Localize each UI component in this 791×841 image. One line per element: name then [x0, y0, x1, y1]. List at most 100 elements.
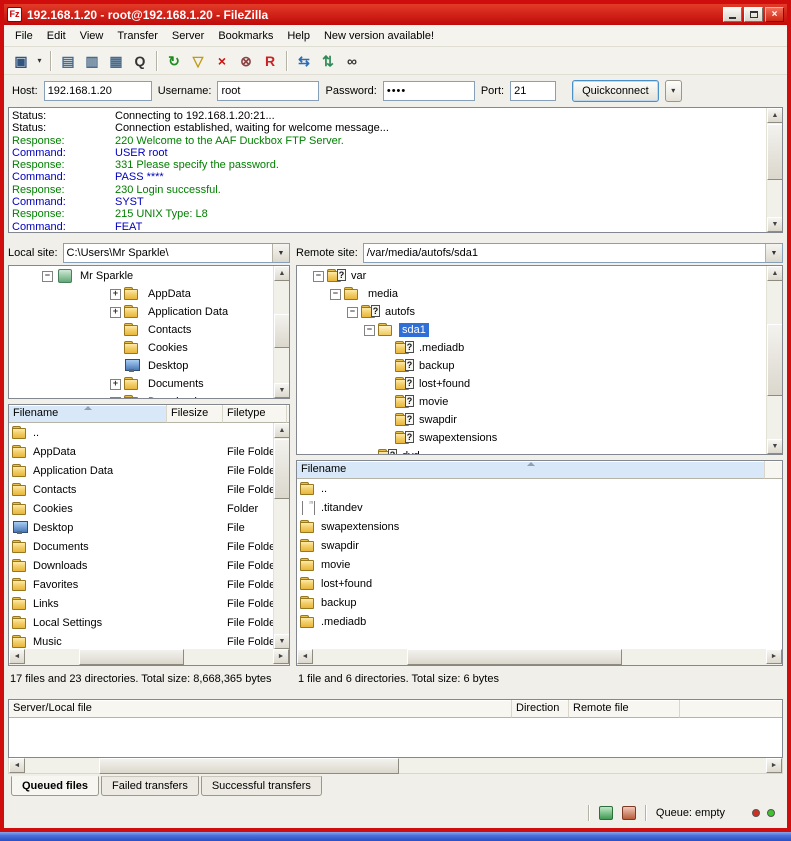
password-input[interactable] — [383, 81, 475, 101]
chevron-down-icon[interactable]: ▼ — [272, 244, 289, 262]
local-site-combo[interactable]: C:\Users\Mr Sparkle\ ▼ — [63, 243, 290, 263]
toggle-local-tree-button[interactable]: ▥ — [80, 49, 104, 72]
scroll-right-icon[interactable]: ► — [766, 758, 782, 773]
menu-item-new-version-available[interactable]: New version available! — [317, 27, 441, 45]
scroll-up-icon[interactable]: ▲ — [274, 266, 290, 281]
expander-plus-icon[interactable]: + — [110, 397, 121, 400]
speed-limits-icon[interactable] — [622, 806, 636, 820]
remote-list-hscroll-thumb[interactable] — [407, 649, 622, 665]
tree-item-swapextensions[interactable]: ?swapextensions — [298, 429, 765, 447]
scroll-right-icon[interactable]: ► — [273, 649, 289, 664]
tab-successful-transfers[interactable]: Successful transfers — [201, 776, 322, 796]
scroll-up-icon[interactable]: ▲ — [767, 266, 783, 281]
file-row-favorites[interactable]: FavoritesFile Folder — [9, 575, 273, 594]
file-row-backup[interactable]: backup — [297, 593, 782, 612]
expander-minus-icon[interactable]: − — [347, 307, 358, 318]
host-input[interactable] — [44, 81, 152, 101]
tree-item-lost-found[interactable]: ?lost+found — [298, 375, 765, 393]
file-row-swapdir[interactable]: swapdir — [297, 536, 782, 555]
remote-tree-scrollbar[interactable]: ▲ ▼ — [766, 266, 782, 454]
remote-list-hscrollbar[interactable]: ◄ ► — [297, 649, 782, 665]
log-scrollbar[interactable]: ▲ ▼ — [766, 108, 782, 232]
queue-hscrollbar[interactable]: ◄ ► — [8, 758, 783, 774]
file-row-music[interactable]: MusicFile Folder — [9, 632, 273, 649]
username-input[interactable] — [217, 81, 319, 101]
site-manager-button[interactable]: ▣ — [9, 49, 33, 72]
file-row-cookies[interactable]: CookiesFolder — [9, 499, 273, 518]
tab-failed-transfers[interactable]: Failed transfers — [101, 776, 199, 796]
tree-item-appdata[interactable]: +AppData — [10, 285, 272, 303]
tree-item-autofs[interactable]: −?autofs — [298, 303, 765, 321]
toggle-queue-button[interactable]: Q — [128, 49, 152, 72]
file-row-downloads[interactable]: DownloadsFile Folder — [9, 556, 273, 575]
maximize-button[interactable] — [744, 7, 763, 22]
file-row-appdata[interactable]: AppDataFile Folder — [9, 442, 273, 461]
disconnect-button[interactable]: ⊗ — [234, 49, 258, 72]
tree-item-dvd[interactable]: ?dvd — [298, 447, 765, 455]
tree-item-backup[interactable]: ?backup — [298, 357, 765, 375]
file-row-contacts[interactable]: ContactsFile Folder — [9, 480, 273, 499]
scroll-down-icon[interactable]: ▼ — [767, 439, 783, 454]
menu-item-help[interactable]: Help — [280, 27, 317, 45]
filter-button[interactable]: ▽ — [186, 49, 210, 72]
expander-plus-icon[interactable]: + — [110, 307, 121, 318]
quickconnect-dropdown[interactable]: ▾ — [665, 80, 682, 102]
scroll-left-icon[interactable]: ◄ — [9, 649, 25, 664]
expander-minus-icon[interactable]: − — [330, 289, 341, 300]
column-header-remote-file[interactable]: Remote file — [569, 700, 680, 718]
menu-item-bookmarks[interactable]: Bookmarks — [211, 27, 280, 45]
local-list-hscrollbar[interactable]: ◄ ► — [9, 649, 289, 665]
file-row-item[interactable]: .. — [297, 479, 782, 498]
scroll-down-icon[interactable]: ▼ — [767, 217, 783, 232]
menu-item-file[interactable]: File — [8, 27, 40, 45]
remote-tree-scroll-thumb[interactable] — [767, 324, 783, 396]
file-row-swapextensions[interactable]: swapextensions — [297, 517, 782, 536]
local-list-scrollbar[interactable]: ▲ ▼ — [273, 423, 289, 649]
expander-minus-icon[interactable]: − — [313, 271, 324, 282]
local-list-scroll-thumb[interactable] — [274, 439, 289, 499]
find-files-button[interactable]: ∞ — [340, 49, 364, 72]
scroll-down-icon[interactable]: ▼ — [274, 634, 289, 649]
scroll-down-icon[interactable]: ▼ — [274, 383, 290, 398]
tree-item-movie[interactable]: ?movie — [298, 393, 765, 411]
scroll-up-icon[interactable]: ▲ — [767, 108, 783, 123]
close-button[interactable]: × — [765, 7, 784, 22]
tree-item-mr-sparkle[interactable]: −Mr Sparkle — [10, 267, 272, 285]
file-row-documents[interactable]: DocumentsFile Folder — [9, 537, 273, 556]
tree-item-cookies[interactable]: Cookies — [10, 339, 272, 357]
file-row-titandev[interactable]: .titandev — [297, 498, 782, 517]
tree-item-downloads[interactable]: +Downloads — [10, 393, 272, 399]
menu-item-edit[interactable]: Edit — [40, 27, 73, 45]
synchronized-browsing-button[interactable]: ⇅ — [316, 49, 340, 72]
column-header-server-local-file[interactable]: Server/Local file — [9, 700, 512, 718]
tree-item-contacts[interactable]: Contacts — [10, 321, 272, 339]
chevron-down-icon[interactable]: ▼ — [765, 244, 782, 262]
file-row-lost-found[interactable]: lost+found — [297, 574, 782, 593]
local-tree-scroll-thumb[interactable] — [274, 314, 290, 348]
port-input[interactable] — [510, 81, 556, 101]
file-row-links[interactable]: LinksFile Folder — [9, 594, 273, 613]
tree-item-application-data[interactable]: +Application Data — [10, 303, 272, 321]
quickconnect-button[interactable]: Quickconnect — [572, 80, 659, 102]
tree-item-sda1[interactable]: −sda1 — [298, 321, 765, 339]
file-row-mediadb[interactable]: .mediadb — [297, 612, 782, 631]
local-tree-scrollbar[interactable]: ▲ ▼ — [273, 266, 289, 398]
toggle-remote-tree-button[interactable]: ▦ — [104, 49, 128, 72]
column-header-filename[interactable]: Filename — [9, 405, 167, 423]
remote-site-combo[interactable]: /var/media/autofs/sda1 ▼ — [363, 243, 783, 263]
expander-plus-icon[interactable]: + — [110, 379, 121, 390]
menu-item-server[interactable]: Server — [165, 27, 211, 45]
tab-queued-files[interactable]: Queued files — [11, 776, 99, 796]
file-row-local-settings[interactable]: Local SettingsFile Folder — [9, 613, 273, 632]
expander-minus-icon[interactable]: − — [42, 271, 53, 282]
cancel-button[interactable]: × — [210, 49, 234, 72]
scroll-up-icon[interactable]: ▲ — [274, 423, 289, 438]
site-manager-dropdown[interactable]: ▾ — [33, 49, 46, 72]
column-header-filetype[interactable]: Filetype — [223, 405, 287, 423]
scroll-left-icon[interactable]: ◄ — [297, 649, 313, 664]
reconnect-button[interactable]: R — [258, 49, 282, 72]
tree-item-documents[interactable]: +Documents — [10, 375, 272, 393]
scroll-left-icon[interactable]: ◄ — [9, 758, 25, 773]
column-header-filesize[interactable]: Filesize — [167, 405, 223, 423]
column-header-direction[interactable]: Direction — [512, 700, 569, 718]
